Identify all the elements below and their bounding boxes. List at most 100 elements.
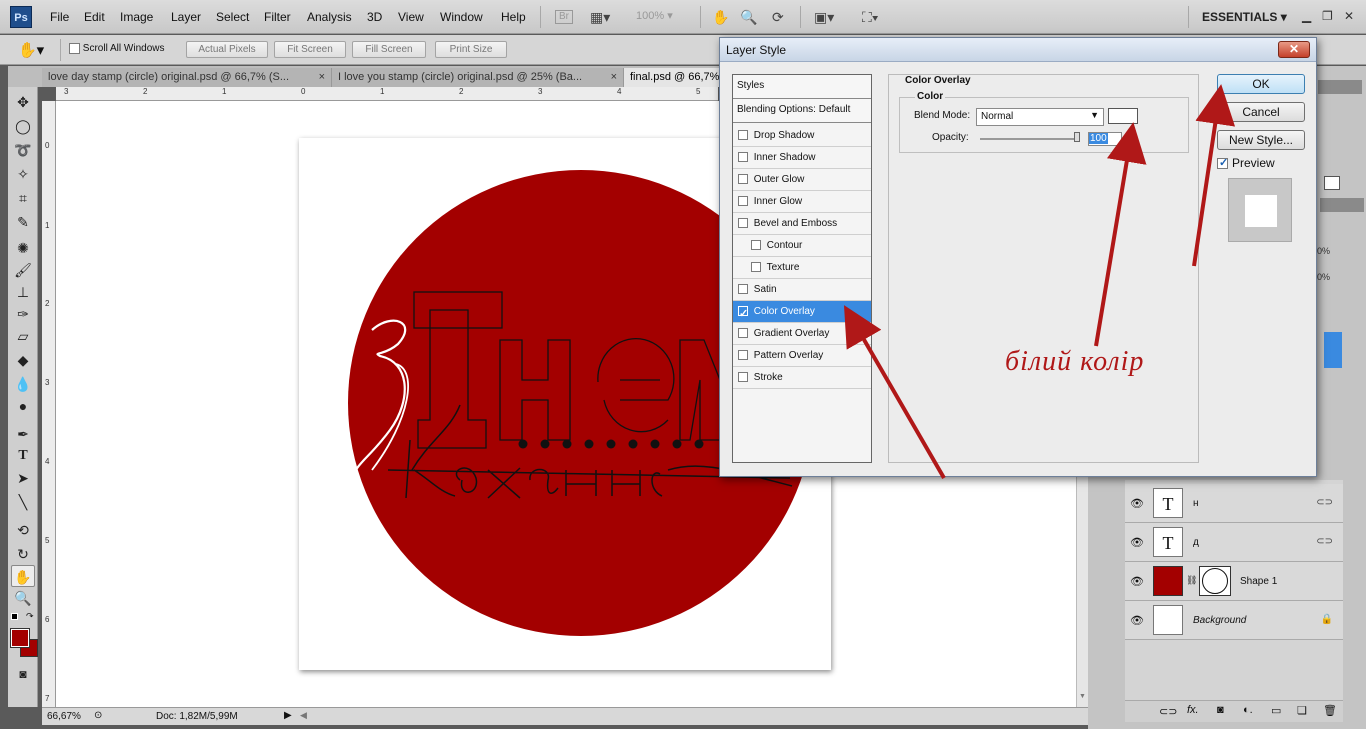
style-item-inner-glow[interactable]: Inner Glow [733,191,871,213]
layer-row[interactable]: 👁 Background 🔒 [1125,601,1343,640]
dialog-title: Layer Style [726,43,787,57]
section-title: Color Overlay [905,75,971,86]
layers-footer: ⊂⊃ fx. ◙ ◐. ▭ ❏ 🗑 [1125,700,1343,722]
preview-swatch [1245,195,1277,227]
preview-checkbox[interactable]: ✓ [1217,157,1228,169]
style-item-color-overlay[interactable]: Color Overlay [733,301,871,325]
overlay-color-swatch[interactable] [1108,108,1138,124]
style-item-gradient-overlay[interactable]: Gradient Overlay [733,323,871,345]
style-item-texture[interactable]: Texture [733,257,871,279]
lock-icon: 🔒 [1320,614,1333,625]
layer-name: Shape 1 [1240,576,1278,587]
style-checkbox[interactable] [738,196,748,207]
preview-label: Preview [1232,156,1275,170]
selected-layer-highlight [1324,332,1342,368]
styles-header[interactable]: Styles [733,75,871,99]
group-title: Color [915,91,946,102]
style-checkbox[interactable] [738,218,748,229]
style-checkbox[interactable] [738,284,748,295]
style-label: Bevel and Emboss [753,218,838,229]
style-label: Pattern Overlay [753,350,824,361]
dialog-title-bar[interactable]: Layer Style ✕ [720,38,1316,62]
visibility-eye-icon[interactable]: 👁 [1130,536,1144,549]
adjustment-layer-icon[interactable]: ◐. [1243,704,1253,716]
layer-row[interactable]: 👁 T д ⊂⊃ [1125,523,1343,562]
preview-option[interactable]: ✓ [1217,157,1228,169]
style-label: Drop Shadow [753,130,815,141]
ok-button[interactable]: OK [1217,74,1305,94]
styles-list: Styles Blending Options: Default Drop Sh… [732,74,872,463]
style-checkbox[interactable] [751,240,761,251]
blend-mode-select[interactable]: Normal ▼ [976,108,1104,126]
blending-options[interactable]: Blending Options: Default [733,99,871,123]
opacity-label: Opacity: [932,132,969,143]
opacity-unit: % [1124,133,1133,144]
scroll-left-icon[interactable]: ◀ [300,710,307,721]
style-checkbox[interactable] [738,152,748,163]
trash-icon[interactable]: 🗑 [1323,704,1337,717]
style-item-bevel-and-emboss[interactable]: Bevel and Emboss [733,213,871,235]
visibility-eye-icon[interactable]: 👁 [1130,575,1144,588]
link-icon: ⊂⊃ [1316,536,1333,547]
annotation-label: білий колір [1005,346,1145,377]
style-checkbox[interactable] [751,262,761,273]
vector-mask-thumbnail[interactable] [1199,566,1231,596]
layer-name: н [1193,498,1199,509]
style-checkbox[interactable] [738,174,748,185]
background-thumbnail [1153,605,1183,635]
blend-mode-label: Blend Mode: [914,110,971,121]
style-label: Inner Shadow [753,152,816,163]
style-checkbox[interactable] [738,130,748,141]
new-style-button[interactable]: New Style... [1217,130,1305,150]
opacity-input[interactable]: 100 [1088,132,1122,146]
circle-mask-shape [1202,568,1228,594]
style-label: Gradient Overlay [753,328,830,339]
style-preview [1228,178,1292,242]
style-label: Stroke [753,372,783,383]
status-arrow-icon[interactable]: ▶ [284,710,292,721]
layer-style-dialog: Layer Style ✕ Styles Blending Options: D… [719,37,1317,477]
style-checkbox[interactable] [738,304,748,325]
style-item-drop-shadow[interactable]: Drop Shadow [733,125,871,147]
dialog-close-button[interactable]: ✕ [1278,41,1310,58]
style-checkbox[interactable] [738,350,748,361]
group-icon[interactable]: ▭ [1271,704,1281,717]
swatch-white [1324,176,1340,190]
style-label: Color Overlay [753,306,815,317]
fx-icon[interactable]: fx. [1187,704,1199,716]
link-layers-icon[interactable]: ⊂⊃ [1159,705,1177,718]
shape-color-thumbnail[interactable] [1153,566,1183,596]
status-menu-icon[interactable]: ⊙ [94,710,102,721]
style-label: Satin [753,284,777,295]
text-layer-icon: T [1153,527,1183,557]
doc-size: Doc: 1,82M/5,99M [156,711,238,722]
dot-row [518,439,704,449]
style-item-inner-shadow[interactable]: Inner Shadow [733,147,871,169]
layer-row[interactable]: 👁 ⛓ Shape 1 [1125,562,1343,601]
style-checkbox[interactable] [738,372,748,383]
visibility-eye-icon[interactable]: 👁 [1130,497,1144,510]
style-item-contour[interactable]: Contour [733,235,871,257]
style-checkbox[interactable] [738,328,748,339]
opacity-slider[interactable] [980,138,1080,140]
visibility-eye-icon[interactable]: 👁 [1130,614,1144,627]
style-item-stroke[interactable]: Stroke [733,367,871,389]
layer-name: д [1193,537,1199,548]
style-item-outer-glow[interactable]: Outer Glow [733,169,871,191]
mask-link-icon[interactable]: ⛓ [1186,575,1197,586]
panel-header [1320,198,1364,212]
scroll-down-icon[interactable]: ▼ [1079,693,1086,700]
status-bar: 66,67% ⊙ Doc: 1,82M/5,99M ▶ ◀ [42,707,1088,725]
style-item-satin[interactable]: Satin [733,279,871,301]
add-mask-icon[interactable]: ◙ [1217,704,1224,716]
style-label: Texture [766,262,800,273]
chevron-down-icon: ▼ [1090,110,1099,120]
new-layer-icon[interactable]: ❏ [1297,704,1307,717]
style-item-pattern-overlay[interactable]: Pattern Overlay [733,345,871,367]
layers-panel: 👁 T н ⊂⊃ 👁 T д ⊂⊃ 👁 ⛓ Shape 1 👁 Backgrou… [1125,480,1343,704]
cancel-button[interactable]: Cancel [1217,102,1305,122]
zoom-level[interactable]: 66,67% [47,711,81,722]
opacity-slider-thumb[interactable] [1074,132,1080,142]
style-label: Contour [766,240,803,251]
layer-row[interactable]: 👁 T н ⊂⊃ [1125,484,1343,523]
